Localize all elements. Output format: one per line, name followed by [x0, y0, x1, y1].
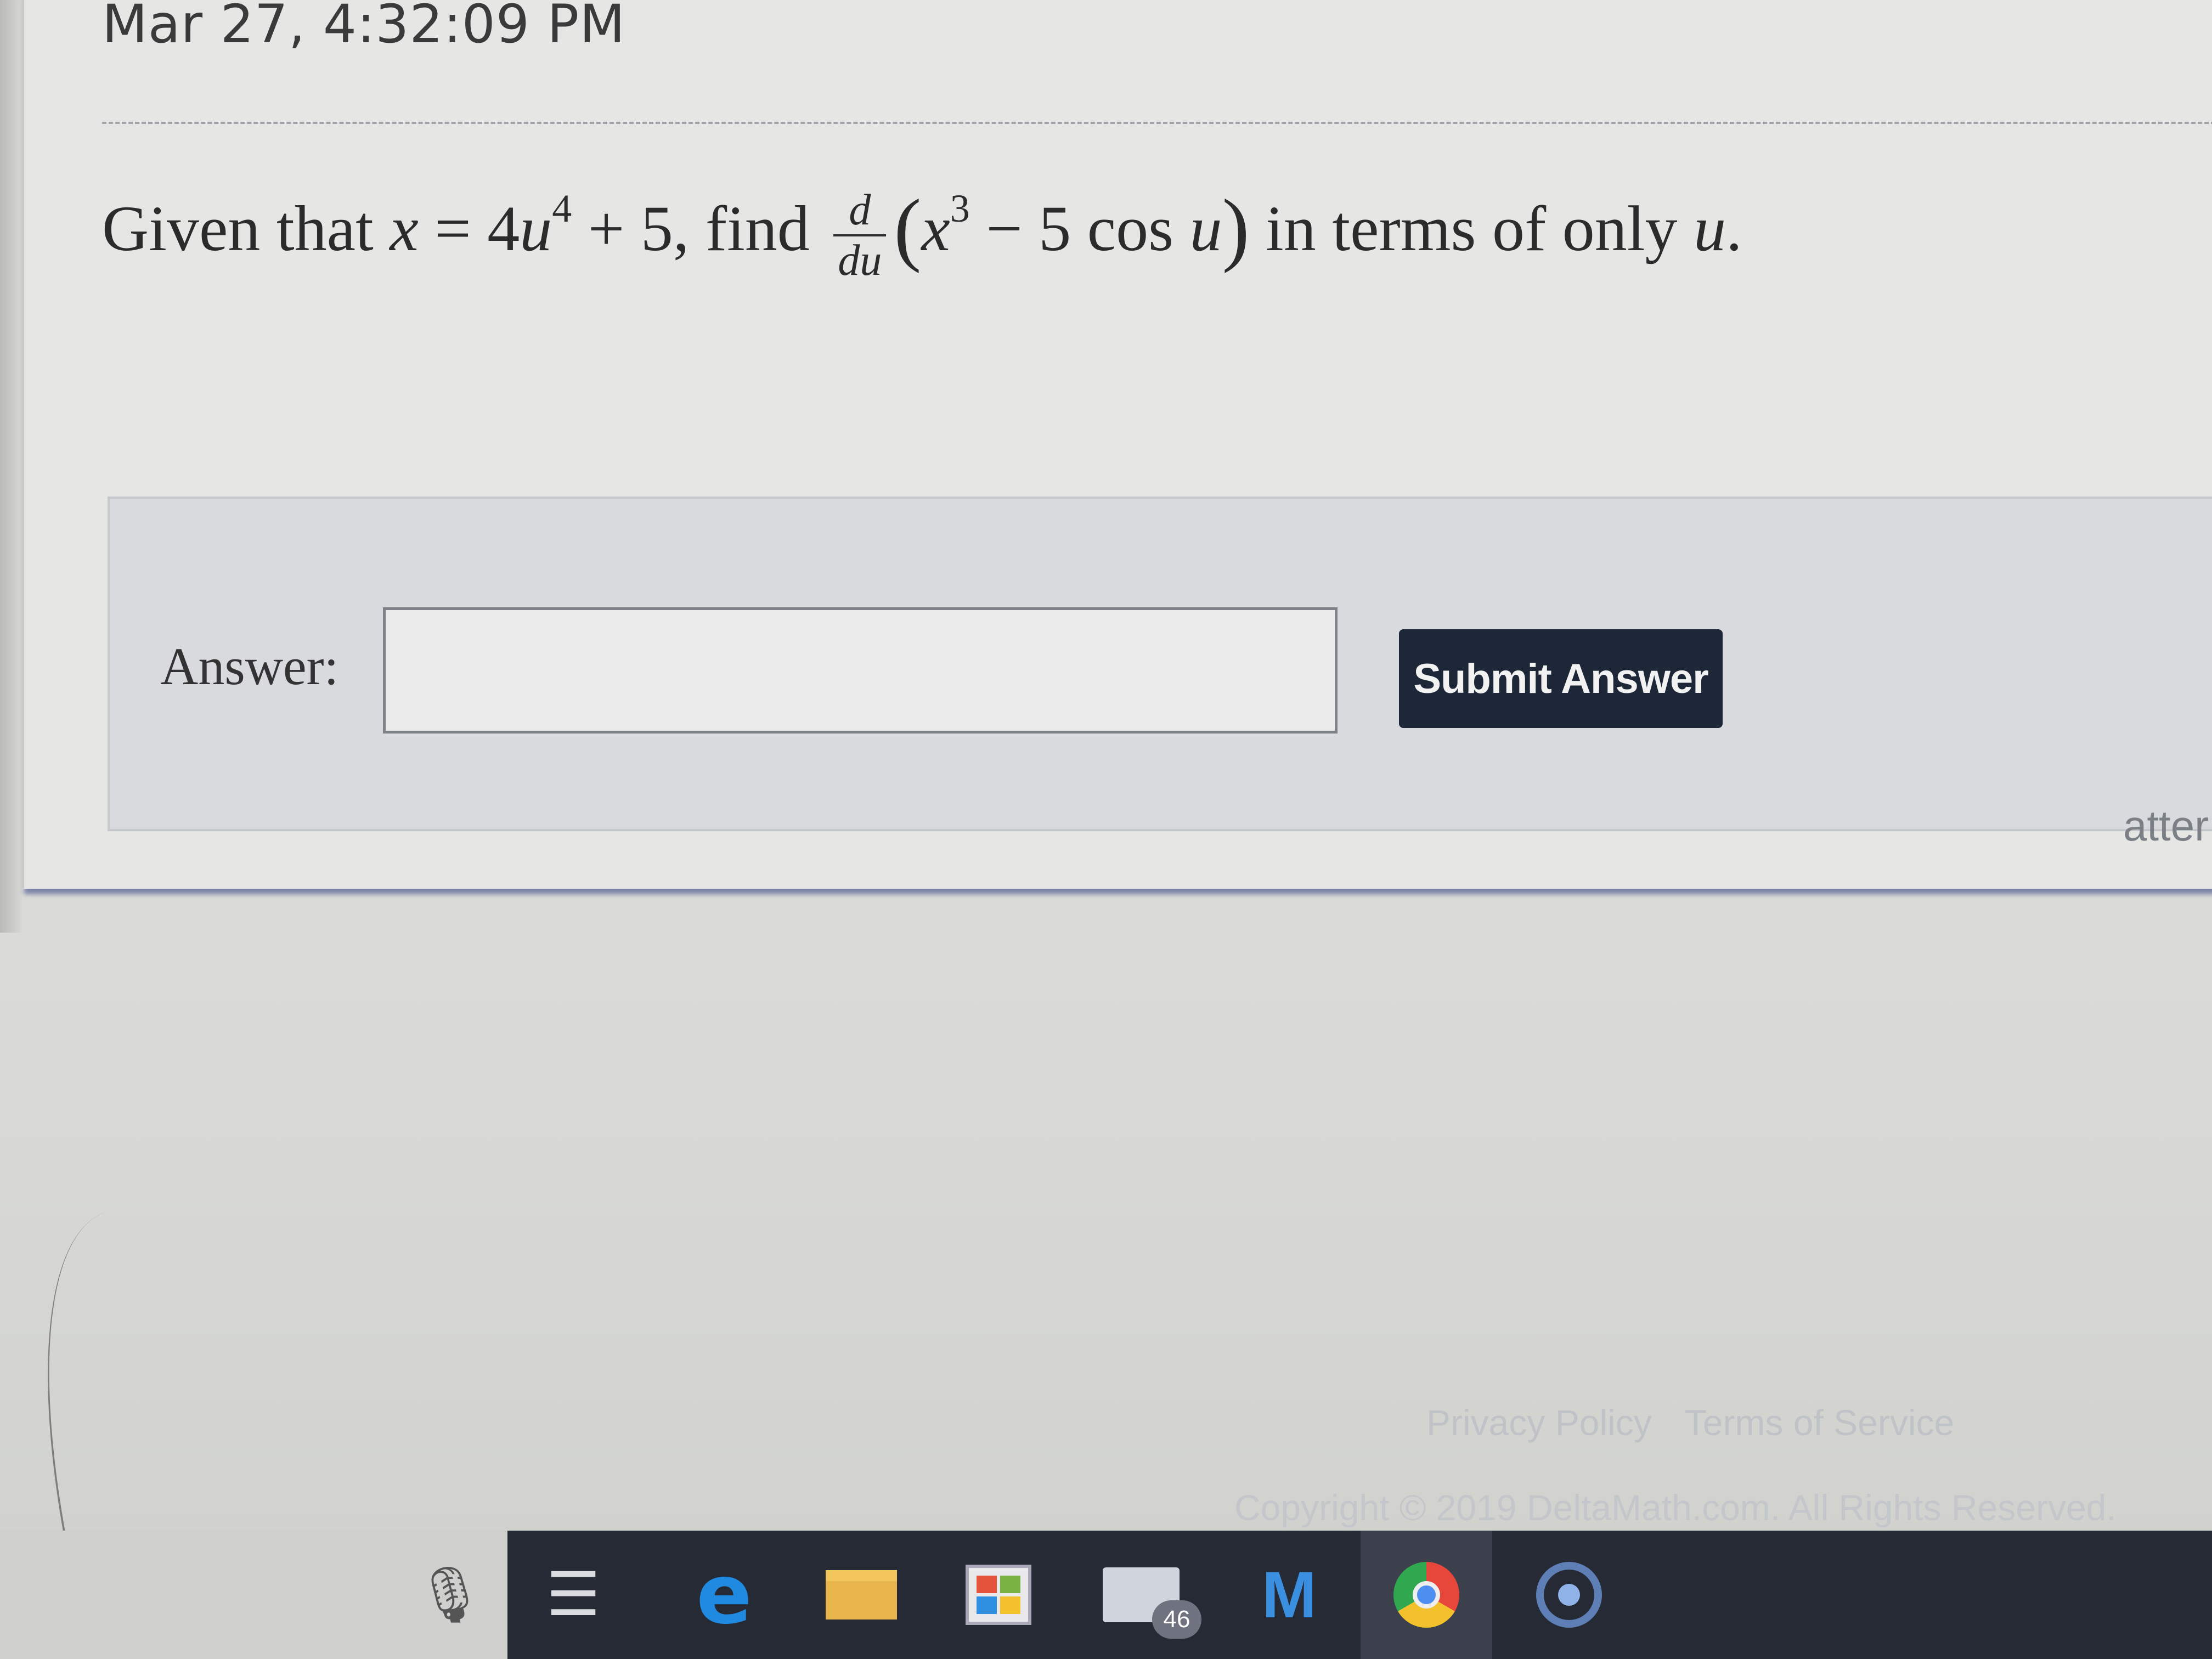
math-var-u3: u: [1694, 193, 1726, 264]
edge-icon[interactable]: e: [658, 1531, 790, 1659]
cortana-icon[interactable]: [1503, 1531, 1635, 1659]
math-open-paren: (: [894, 183, 922, 274]
dashed-divider: [102, 122, 2212, 124]
footer-links: Privacy Policy Terms of Service: [1426, 1402, 1987, 1443]
file-explorer-icon[interactable]: [795, 1531, 927, 1659]
mail-icon[interactable]: 46: [1075, 1531, 1207, 1659]
privacy-policy-link[interactable]: Privacy Policy: [1426, 1402, 1652, 1443]
monitor-bezel: [0, 0, 22, 933]
math-var-u: u: [520, 193, 552, 264]
taskbar: 🎙 ☰ e 46 M: [0, 1531, 2212, 1659]
math-var-u2: u: [1189, 193, 1222, 264]
math-exponent-4: 4: [552, 187, 572, 230]
question-suffix: in terms of only: [1249, 193, 1694, 264]
math-minus-cos: − 5 cos: [969, 193, 1190, 264]
task-view-icon[interactable]: ☰: [507, 1531, 639, 1659]
math-var-x2: x: [921, 193, 950, 264]
math-plus-five-find: + 5, find: [572, 193, 826, 264]
chrome-icon[interactable]: [1361, 1531, 1492, 1659]
timestamp: Mar 27, 4:32:09 PM: [102, 0, 626, 55]
microphone-icon[interactable]: 🎙: [384, 1531, 516, 1659]
math-var-x: x: [390, 193, 419, 264]
store-icon[interactable]: [933, 1531, 1064, 1659]
math-frac-denominator: du: [838, 236, 882, 285]
math-equals: = 4: [418, 193, 520, 264]
question-text: Given that x = 4u4 + 5, find d du (x3 − 5 …: [102, 181, 2187, 285]
question-prefix: Given that: [102, 193, 390, 264]
mcafee-icon[interactable]: M: [1223, 1531, 1355, 1659]
submit-answer-button[interactable]: Submit Answer: [1399, 629, 1723, 728]
copyright-text: Copyright © 2019 DeltaMath.com. All Righ…: [1234, 1487, 2117, 1528]
math-frac-numerator: d: [833, 186, 887, 236]
math-exponent-3: 3: [950, 187, 970, 230]
answer-label: Answer:: [160, 637, 339, 696]
screen: Mar 27, 4:32:09 PM Given that x = 4u4 + …: [0, 0, 2212, 1659]
attempts-text: atter: [2123, 802, 2209, 850]
answer-panel: Answer: Submit Answer: [108, 496, 2212, 831]
terms-of-service-link[interactable]: Terms of Service: [1685, 1402, 1954, 1443]
answer-input[interactable]: [383, 607, 1338, 733]
math-derivative-fraction: d du: [833, 186, 887, 285]
math-close-paren: ): [1222, 183, 1250, 274]
mail-badge: 46: [1152, 1600, 1201, 1639]
question-period: .: [1726, 193, 1742, 264]
